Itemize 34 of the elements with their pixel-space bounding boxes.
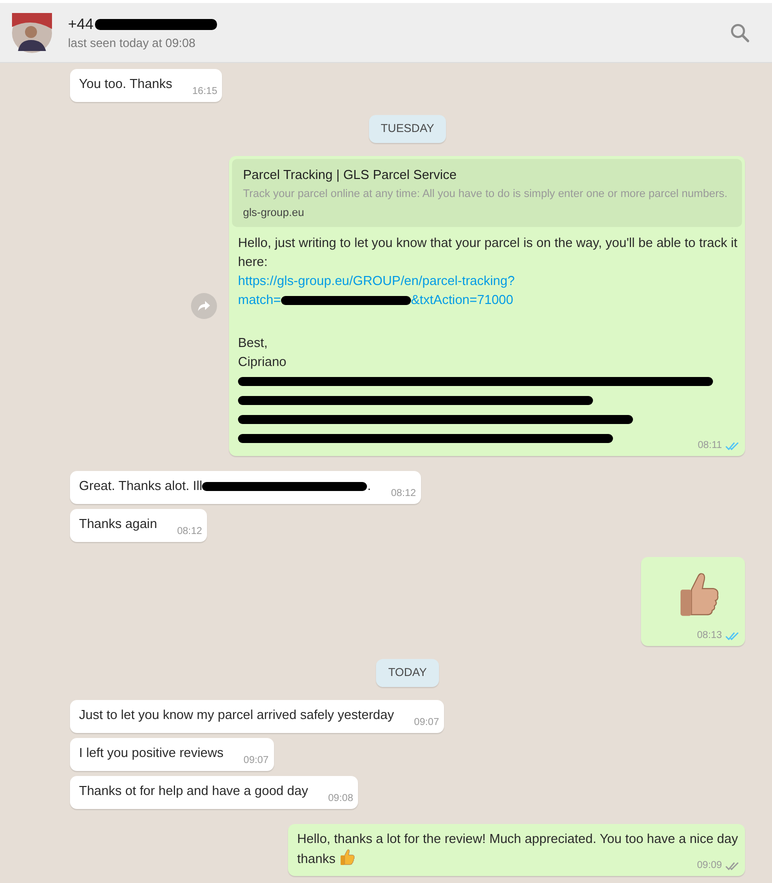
message-time: 09:08 [328, 792, 354, 806]
message-text: I left you positive reviews [79, 745, 224, 760]
preview-title: Parcel Tracking | GLS Parcel Service [243, 166, 458, 184]
message-text: Hello, thanks a lot for the review! Much appreciated. You too have a nice day [297, 831, 738, 846]
message-time: 08:13 [696, 629, 722, 643]
avatar[interactable] [12, 12, 52, 52]
contact-name: +44 [68, 16, 94, 32]
message-link[interactable]: match= [238, 292, 281, 307]
search-icon[interactable] [730, 22, 750, 42]
message-text: Thanks ot for help and have a good day [79, 783, 308, 798]
preview-domain: gls-group.eu [243, 206, 306, 221]
message-time: 08:12 [177, 525, 202, 539]
message-text: thanks [297, 851, 336, 866]
message-text: Great. Thanks alot. Ill [79, 478, 202, 493]
preview-description: Track your parcel online at any time: All you have to do is simply enter one or more parcel numbers. [243, 187, 728, 202]
message-time: 08:11 [698, 439, 722, 453]
message-time: 09:07 [244, 754, 269, 768]
message-link[interactable]: &txtAction=71000 [411, 292, 514, 307]
message-text: You too. Thanks [79, 76, 172, 91]
message-text: Hello, just writing to let you know that your parcel is on the way, you'll be able to track it here: [238, 235, 738, 269]
message-time: 09:07 [414, 716, 440, 730]
message-text: Best, [238, 335, 268, 350]
message-time: 08:12 [390, 487, 416, 501]
forward-icon[interactable] [191, 293, 217, 319]
message-text: Thanks again [79, 516, 158, 531]
last-seen-status: last seen today at 09:08 [68, 36, 196, 50]
thumbs-up-icon [339, 848, 356, 866]
message-text: Cipriano [238, 354, 286, 369]
link-preview[interactable]: Parcel Tracking | GLS Parcel Service Track your parcel online at any time: All you have to do is simply enter one or more parcel numbers. gls-group.eu [232, 159, 742, 227]
message-text: . [367, 478, 371, 493]
message-link[interactable]: https://gls-group.eu/GROUP/en/parcel-tracking? [238, 273, 515, 288]
message-text: Just to let you know my parcel arrived safely yesterday [79, 707, 394, 722]
message-time: 16:15 [192, 85, 218, 99]
message-time: 09:09 [696, 859, 722, 873]
